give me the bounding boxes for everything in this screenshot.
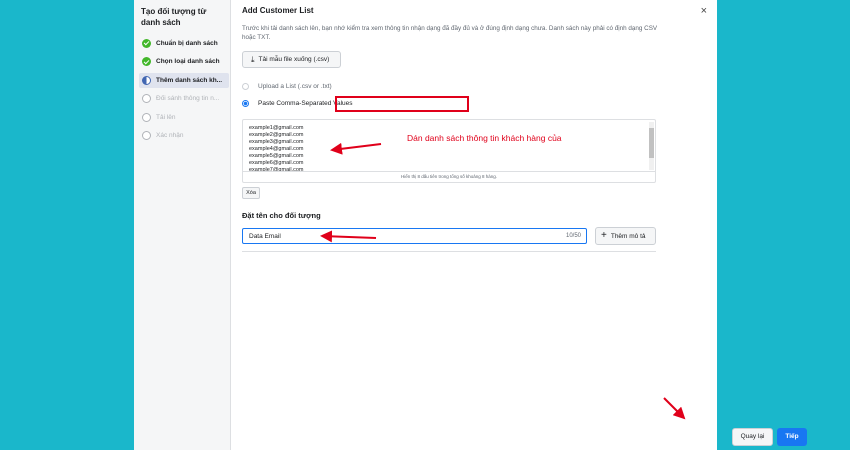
sidebar-title: Tạo đối tượng từ danh sách bbox=[141, 7, 207, 27]
close-icon[interactable]: × bbox=[701, 5, 707, 17]
step-label: Tải lên bbox=[156, 113, 176, 121]
audience-name-input[interactable]: Data Email 10/50 bbox=[242, 228, 587, 244]
dialog-title: Add Customer List bbox=[242, 6, 314, 15]
highlight-box bbox=[335, 96, 469, 112]
steps-sidebar: Tạo đối tượng từ danh sách Chuẩn bị danh… bbox=[134, 0, 231, 450]
empty-circle-icon bbox=[142, 94, 151, 104]
create-audience-dialog: Tạo đối tượng từ danh sách Chuẩn bị danh… bbox=[134, 0, 807, 450]
add-description-label: Thêm mô tả bbox=[610, 232, 646, 240]
radio-paste-csv[interactable] bbox=[242, 100, 249, 107]
download-template-button[interactable]: ⤓ Tải mẫu file xuống (.csv) bbox=[242, 51, 341, 68]
audience-name-title: Đặt tên cho đối tượng bbox=[242, 211, 321, 220]
csv-textarea[interactable]: example1@gmail.com example2@gmail.com ex… bbox=[242, 119, 656, 183]
option-label: Upload a List (.csv or .txt) bbox=[258, 83, 332, 90]
step-label: Chuẩn bị danh sách bbox=[156, 40, 218, 47]
textarea-scrollbar[interactable] bbox=[649, 122, 654, 170]
download-icon: ⤓ bbox=[251, 54, 255, 64]
check-circle-icon bbox=[142, 57, 151, 67]
divider bbox=[242, 251, 656, 252]
scrollbar-thumb[interactable] bbox=[649, 128, 654, 158]
step-add-customer-list[interactable]: Thêm danh sách kh... bbox=[139, 72, 229, 88]
step-label: Thêm danh sách kh... bbox=[156, 76, 223, 84]
preview-note: Hiển thị 8 dấu tiên trong tổng số khoảng… bbox=[243, 171, 655, 182]
step-choose-list-type[interactable]: Chọn loại danh sách bbox=[141, 54, 224, 69]
step-label: Chọn loại danh sách bbox=[156, 58, 220, 66]
clear-button[interactable]: Xóa bbox=[242, 187, 260, 199]
step-label: Xác nhận bbox=[156, 131, 184, 139]
empty-circle-icon bbox=[142, 130, 151, 140]
email-line: example1@gmail.com bbox=[249, 125, 304, 131]
step-match-info: Đối sánh thông tin n... bbox=[141, 91, 224, 106]
step-prepare-list[interactable]: Chuẩn bị danh sách bbox=[141, 36, 224, 51]
step-upload: Tải lên bbox=[141, 110, 224, 125]
half-circle-icon bbox=[142, 75, 151, 85]
email-line: example5@gmail.com bbox=[249, 153, 304, 159]
plus-icon: + bbox=[601, 230, 607, 241]
radio-upload-file[interactable] bbox=[242, 83, 249, 90]
add-description-button[interactable]: + Thêm mô tả bbox=[595, 227, 656, 245]
email-line: example4@gmail.com bbox=[249, 146, 304, 152]
email-list: example1@gmail.com example2@gmail.com ex… bbox=[243, 120, 655, 174]
email-line: example6@gmail.com bbox=[249, 160, 304, 166]
audience-name-value: Data Email bbox=[249, 233, 281, 240]
annotation-paste-note: Dán danh sách thông tin khách hàng của bbox=[407, 133, 562, 143]
step-confirm: Xác nhận bbox=[141, 128, 224, 143]
download-template-label: Tải mẫu file xuống (.csv) bbox=[258, 56, 330, 63]
dialog-main: Add Customer List × Trước khi tải danh s… bbox=[231, 0, 807, 450]
check-circle-icon bbox=[142, 39, 151, 48]
back-button[interactable]: Quay lại bbox=[732, 428, 773, 446]
dialog-description: Trước khi tải danh sách lên, bạn nhớ kiể… bbox=[242, 25, 658, 41]
step-label: Đối sánh thông tin n... bbox=[156, 95, 220, 103]
empty-circle-icon bbox=[142, 112, 151, 122]
next-button[interactable]: Tiếp bbox=[777, 428, 807, 446]
option-upload-file[interactable]: Upload a List (.csv or .txt) bbox=[242, 83, 332, 90]
char-counter: 10/50 bbox=[565, 233, 581, 239]
